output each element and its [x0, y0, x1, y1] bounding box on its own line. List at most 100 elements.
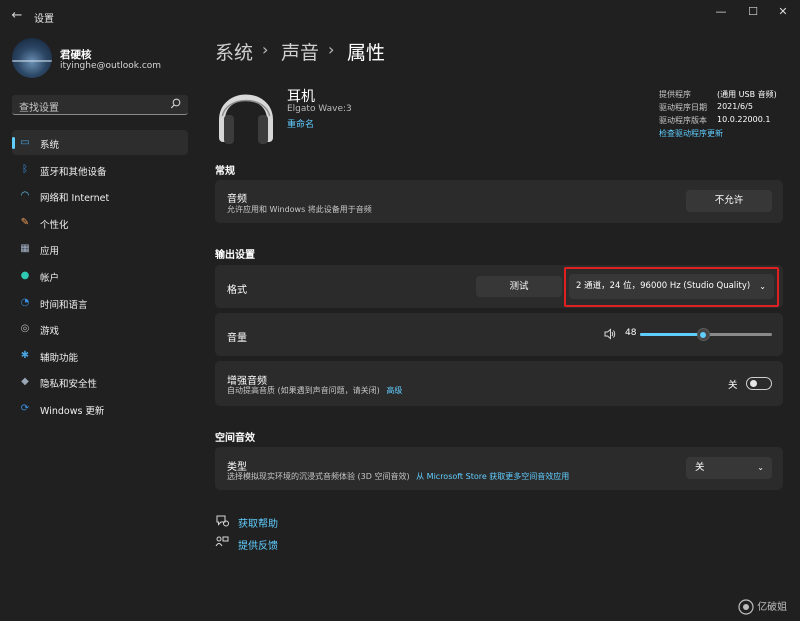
breadcrumb-separator: ›: [262, 40, 269, 59]
spatial-type-subtitle: 选择模拟现实环境的沉浸式音频体验 (3D 空间音效) 从 Microsoft S…: [227, 471, 569, 482]
maximize-icon[interactable]: ☐: [738, 4, 768, 20]
enhance-toggle-state: 关: [728, 380, 738, 391]
search-icon[interactable]: [170, 98, 181, 112]
sidebar-item-accessibility[interactable]: ✱ 辅助功能: [12, 343, 188, 368]
close-icon[interactable]: ✕: [768, 4, 798, 20]
volume-title: 音量: [227, 333, 247, 344]
volume-card: 音量 48: [215, 313, 783, 356]
system-icon: ▭: [20, 137, 30, 148]
sidebar-item-label: 个性化: [40, 219, 69, 231]
enhance-audio-card: 增强音频 自动提高音质 (如果遇到声音问题，请关闭) 高级 关: [215, 361, 783, 406]
accessibility-icon: ✱: [20, 349, 30, 361]
format-card: 格式 测试 2 通道，24 位，96000 Hz (Studio Quality…: [215, 265, 783, 308]
format-title: 格式: [227, 285, 247, 296]
driver-date-label: 驱动程序日期: [659, 103, 707, 112]
sidebar-item-system[interactable]: ▭ 系统: [12, 130, 188, 155]
windows-update-icon: ⟳: [20, 403, 30, 414]
sidebar-item-windows-update[interactable]: ⟳ Windows 更新: [12, 396, 188, 421]
watermark-logo: 亿破姐: [738, 598, 787, 615]
search-placeholder: 查找设置: [19, 103, 59, 114]
volume-slider-thumb[interactable]: [696, 328, 710, 341]
accounts-icon: ●: [20, 270, 30, 281]
volume-slider[interactable]: [640, 328, 772, 341]
spatial-type-dropdown[interactable]: 关 ⌄: [686, 457, 772, 479]
sidebar-item-label: 网络和 Internet: [40, 193, 110, 205]
rename-link[interactable]: 重命名: [287, 117, 314, 130]
spatial-type-desc: 选择模拟现实环境的沉浸式音频体验 (3D 空间音效): [227, 472, 410, 481]
feedback-link[interactable]: 提供反馈: [238, 537, 278, 552]
enhance-audio-toggle[interactable]: [746, 377, 772, 390]
bluetooth-icon: ᛒ: [22, 163, 28, 175]
gaming-icon: ◎: [20, 323, 30, 335]
search-input[interactable]: 查找设置: [12, 95, 188, 115]
volume-value: 48: [625, 328, 637, 338]
network-icon: ◠: [20, 190, 30, 202]
minimize-icon[interactable]: —: [706, 4, 736, 20]
provider-value: (通用 USB 音频): [717, 90, 777, 99]
sidebar-item-accounts[interactable]: ● 帐户: [12, 263, 188, 288]
sidebar-item-network[interactable]: ◠ 网络和 Internet: [12, 183, 188, 208]
get-help-icon: [215, 514, 229, 530]
sidebar-item-label: Windows 更新: [40, 406, 105, 417]
apps-icon: ▦: [20, 243, 30, 255]
driver-version-value: 10.0.22000.1: [717, 115, 771, 124]
user-name: 君硬核: [60, 49, 92, 61]
get-help-link[interactable]: 获取帮助: [238, 515, 278, 530]
app-title: 设置: [34, 14, 54, 25]
test-button[interactable]: 测试: [476, 276, 562, 297]
sidebar-item-privacy[interactable]: ◆ 隐私和安全性: [12, 369, 188, 394]
provider-label: 提供程序: [659, 90, 691, 99]
spatial-heading: 空间音效: [215, 433, 255, 444]
sidebar-item-label: 蓝牙和其他设备: [40, 166, 107, 178]
enhance-audio-subtitle: 自动提高音质 (如果遇到声音问题，请关闭) 高级: [227, 385, 402, 396]
store-link[interactable]: 从 Microsoft Store 获取更多空间音效应用: [416, 472, 569, 481]
chevron-down-icon: ⌄: [759, 282, 766, 291]
device-model: Elgato Wave:3: [287, 104, 352, 114]
disallow-button[interactable]: 不允许: [686, 190, 772, 212]
sidebar-item-label: 时间和语言: [40, 299, 88, 311]
enhance-audio-desc: 自动提高音质 (如果遇到声音问题，请关闭): [227, 386, 380, 395]
title-bar: ← 设置 — ☐ ✕: [0, 0, 800, 32]
personalization-icon: ✎: [20, 216, 30, 228]
feedback-icon: [215, 536, 229, 552]
format-dropdown[interactable]: 2 通道，24 位，96000 Hz (Studio Quality) ⌄: [569, 274, 774, 299]
advanced-link[interactable]: 高级: [386, 386, 402, 395]
audio-card: 音频 允许应用和 Windows 将此设备用于音频 不允许: [215, 180, 783, 223]
chevron-down-icon: ⌄: [757, 463, 764, 472]
sidebar-item-bluetooth[interactable]: ᛒ 蓝牙和其他设备: [12, 157, 188, 182]
sidebar-item-apps[interactable]: ▦ 应用: [12, 236, 188, 261]
watermark-text: 亿破姐: [757, 602, 788, 613]
sidebar-item-label: 系统: [40, 140, 60, 151]
audio-title: 音频: [227, 194, 247, 205]
sidebar-item-label: 帐户: [40, 273, 60, 284]
audio-subtitle: 允许应用和 Windows 将此设备用于音频: [227, 205, 372, 214]
avatar[interactable]: [12, 38, 52, 78]
page-title: 属性: [347, 42, 386, 64]
back-arrow-icon[interactable]: ←: [8, 8, 26, 24]
volume-slider-fill: [640, 333, 704, 336]
breadcrumb-item-sound[interactable]: 声音: [281, 38, 319, 65]
output-heading: 输出设置: [215, 250, 255, 261]
sidebar-item-label: 游戏: [40, 326, 60, 338]
sidebar-item-label: 应用: [40, 246, 60, 258]
driver-version-label: 驱动程序版本: [659, 116, 707, 125]
speaker-icon[interactable]: [604, 328, 616, 340]
sidebar-item-time-language[interactable]: ◔ 时间和语言: [12, 290, 188, 315]
format-dropdown-value: 2 通道，24 位，96000 Hz (Studio Quality): [576, 281, 751, 291]
sidebar-item-label: 辅助功能: [40, 352, 79, 364]
general-heading: 常规: [215, 166, 235, 177]
breadcrumb-separator: ›: [328, 40, 335, 59]
user-email: ityinghe@outlook.com: [60, 61, 162, 71]
privacy-icon: ◆: [21, 376, 29, 388]
time-language-icon: ◔: [20, 296, 30, 308]
active-indicator: [12, 137, 15, 149]
spatial-type-card: 类型 选择模拟现实环境的沉浸式音频体验 (3D 空间音效) 从 Microsof…: [215, 447, 783, 490]
sidebar-item-personalization[interactable]: ✎ 个性化: [12, 210, 188, 235]
sidebar-item-label: 隐私和安全性: [40, 379, 98, 391]
headphones-icon: [216, 80, 276, 146]
check-driver-update-link[interactable]: 检查驱动程序更新: [659, 128, 723, 139]
device-name: 耳机: [287, 89, 315, 105]
spatial-type-value: 关: [695, 462, 705, 473]
sidebar-item-gaming[interactable]: ◎ 游戏: [12, 316, 188, 341]
breadcrumb-item-system[interactable]: 系统: [215, 38, 253, 65]
